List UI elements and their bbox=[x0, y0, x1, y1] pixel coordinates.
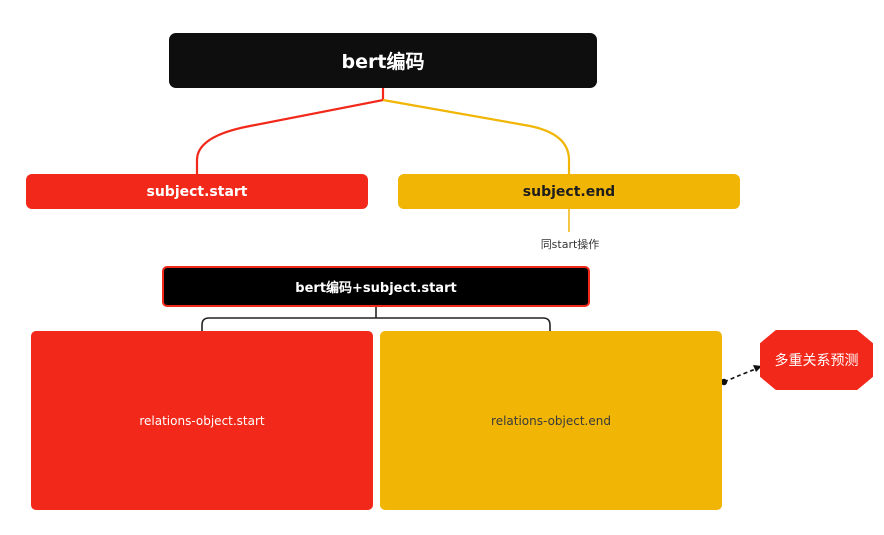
dashed-connector-to-multi bbox=[723, 368, 757, 383]
connector-combined-to-relations bbox=[201, 307, 551, 331]
note-same-as-start: 同start操作 bbox=[540, 238, 600, 251]
node-relations-object-start[interactable]: relations-object.start bbox=[31, 331, 373, 510]
node-subject-start[interactable]: subject.start bbox=[26, 174, 368, 209]
connector-root-to-subject-end bbox=[382, 98, 571, 174]
node-bert-encoding[interactable]: bert编码 bbox=[169, 33, 597, 88]
connector-root-to-subject-start bbox=[195, 88, 385, 174]
node-bert-plus-subject-start[interactable]: bert编码+subject.start bbox=[162, 266, 590, 307]
node-subject-end[interactable]: subject.end bbox=[398, 174, 740, 209]
node-multi-relation-prediction[interactable]: 多重关系预测 bbox=[760, 330, 873, 390]
node-relations-object-end[interactable]: relations-object.end bbox=[380, 331, 722, 510]
